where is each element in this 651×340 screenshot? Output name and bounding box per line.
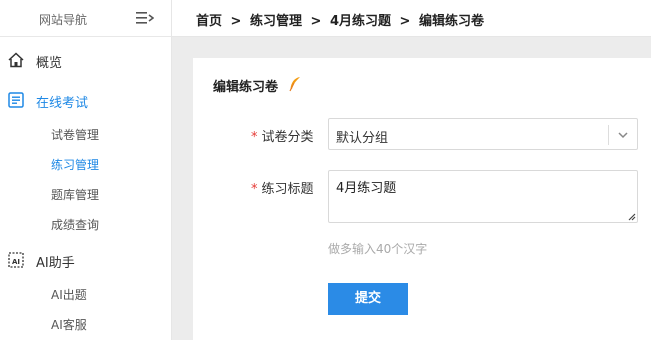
required-mark: *: [251, 130, 258, 145]
sidebar-item-ai-assistant[interactable]: AI AI助手: [0, 246, 171, 274]
edit-form-card: 编辑练习卷 *试卷分类 默认分组 *练习标题 做多输入40个汉字 提交: [193, 58, 651, 340]
ai-icon: AI: [8, 252, 24, 268]
chevron-down-icon: [618, 132, 628, 139]
resize-grip-icon[interactable]: [627, 212, 636, 221]
category-label: * 试卷分类: [251, 130, 314, 145]
sidebar-subitem-practice-management[interactable]: 练习管理: [0, 152, 171, 176]
breadcrumb-separator: >: [399, 14, 411, 29]
sidebar-subitem-question-bank[interactable]: 题库管理: [0, 182, 171, 206]
title-label: * 练习标题: [251, 182, 314, 197]
menu-toggle-icon[interactable]: [136, 11, 154, 25]
sidebar-subitem-label: AI客服: [51, 318, 87, 332]
breadcrumb: 首页 > 练习管理 > 4月练习题 > 编辑练习卷: [196, 10, 488, 29]
submit-button[interactable]: 提交: [328, 283, 408, 315]
sidebar-item-overview[interactable]: 概览: [0, 46, 171, 74]
breadcrumb-home[interactable]: 首页: [196, 14, 222, 29]
sidebar-header: 网站导航: [0, 0, 171, 37]
sidebar-subitem-ai-service[interactable]: AI客服: [0, 312, 171, 336]
sidebar-subitem-label: 练习管理: [51, 158, 100, 172]
breadcrumb-april-practice[interactable]: 4月练习题: [330, 14, 391, 29]
exam-icon: [8, 92, 24, 108]
breadcrumb-separator: >: [310, 14, 322, 29]
sidebar-item-online-exam[interactable]: 在线考试: [0, 86, 171, 114]
home-icon: [8, 52, 24, 68]
sidebar-subitem-label: 题库管理: [51, 188, 100, 202]
required-mark: *: [251, 182, 258, 197]
svg-text:AI: AI: [12, 258, 20, 266]
sidebar-item-label: 概览: [36, 56, 63, 71]
top-bar: 首页 > 练习管理 > 4月练习题 > 编辑练习卷: [172, 0, 651, 37]
sidebar: 网站导航 概览 在线考试 试卷管理 练习管理 题库管理 成绩查询 AI AI助手…: [0, 0, 172, 340]
sidebar-subitem-score-query[interactable]: 成绩查询: [0, 212, 171, 236]
category-select[interactable]: 默认分组: [328, 118, 638, 150]
sidebar-title: 网站导航: [39, 13, 88, 27]
feather-icon: [289, 77, 300, 92]
sidebar-subitem-ai-questions[interactable]: AI出题: [0, 282, 171, 306]
title-hint: 做多输入40个汉字: [328, 242, 428, 256]
breadcrumb-practice-management[interactable]: 练习管理: [250, 14, 302, 29]
breadcrumb-current: 编辑练习卷: [418, 14, 484, 29]
sidebar-subitem-paper-management[interactable]: 试卷管理: [0, 122, 171, 146]
sidebar-item-label: 在线考试: [36, 96, 89, 111]
title-textarea[interactable]: [328, 170, 638, 223]
breadcrumb-separator: >: [230, 14, 242, 29]
select-divider: [608, 125, 609, 145]
form-title: 编辑练习卷: [213, 80, 279, 95]
sidebar-subitem-label: 成绩查询: [51, 218, 100, 232]
category-select-value: 默认分组: [336, 131, 389, 146]
sidebar-subitem-label: 试卷管理: [51, 128, 100, 142]
sidebar-subitem-label: AI出题: [51, 288, 87, 302]
sidebar-item-label: AI助手: [36, 256, 75, 271]
